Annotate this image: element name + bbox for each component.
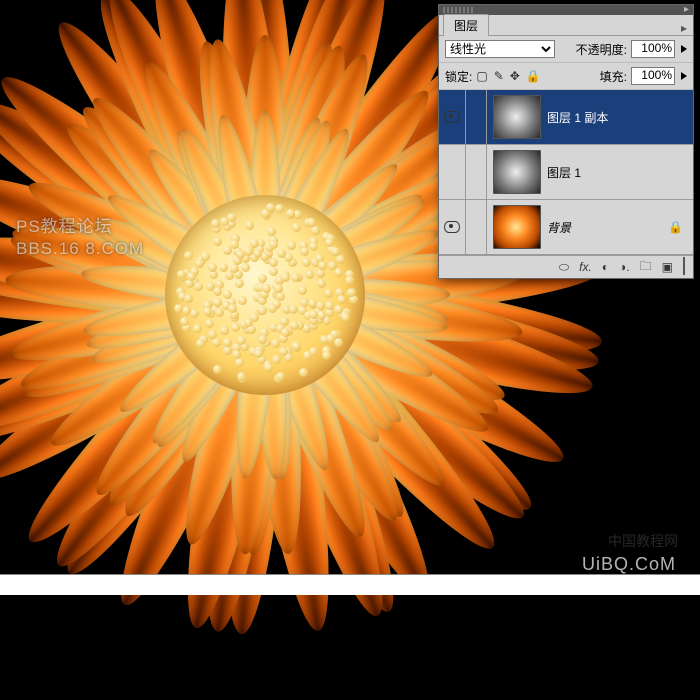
blend-opacity-row: 正常溶解变暗正片叠底线性光颜色明度 不透明度: 100% [439,36,693,63]
link-column[interactable] [466,145,487,199]
fill-label: 填充: [600,68,627,85]
panel-options-icon[interactable]: ▸ [675,21,693,35]
panel-tabbar: 图层 ▸ [439,15,693,36]
panel-status-bar: ⬭ fx. ◐ ◑. 🗀 ▣ [439,255,693,278]
visibility-toggle[interactable] [439,90,466,144]
layer-row[interactable]: 图层 1 [439,145,693,200]
lock-transparency-icon[interactable]: ▢ [476,69,487,83]
lock-fill-row: 锁定: ▢ ✎ ✥ 🔒 填充: 100% [439,63,693,90]
layer-thumbnail[interactable] [493,205,541,249]
flower-center [165,195,365,395]
lock-all-icon[interactable]: 🔒 [526,69,541,83]
visibility-toggle[interactable] [439,200,466,254]
eye-icon [444,221,460,233]
link-column[interactable] [466,90,487,144]
layer-row[interactable]: 背景🔒 [439,200,693,255]
layer-name[interactable]: 图层 1 [547,164,693,181]
layer-thumbnail[interactable] [493,95,541,139]
link-layers-icon[interactable]: ⬭ [559,260,569,275]
layer-thumbnail[interactable] [493,150,541,194]
fill-input[interactable]: 100% [631,67,675,85]
layer-row[interactable]: 图层 1 副本 [439,90,693,145]
opacity-label: 不透明度: [576,41,627,58]
watermark-forum-line1: PS教程论坛 [16,216,144,238]
panel-grip-icon [443,7,473,13]
layer-list: 图层 1 副本图层 1 背景🔒 [439,90,693,255]
eye-icon [444,111,460,123]
opacity-input[interactable]: 100% [631,40,675,58]
lock-label: 锁定: [445,68,472,85]
layer-name[interactable]: 背景 [547,219,668,236]
visibility-toggle[interactable] [439,145,466,199]
watermark-forum-line2: BBS.16 8.COM [16,238,144,260]
delete-layer-icon[interactable] [683,260,685,274]
layer-fx-icon[interactable]: fx. [579,260,592,274]
adjustment-layer-icon[interactable]: ◑. [619,260,630,274]
page-border [0,574,700,595]
lock-icon: 🔒 [668,220,683,234]
lock-icons: ▢ ✎ ✥ 🔒 [476,69,540,83]
lock-pixels-icon[interactable]: ✎ [494,69,504,83]
blend-mode-select[interactable]: 正常溶解变暗正片叠底线性光颜色明度 [445,40,555,58]
fill-slider-icon[interactable] [681,72,687,80]
layer-mask-icon[interactable]: ◐ [602,260,609,274]
watermark-forum: PS教程论坛 BBS.16 8.COM [16,216,144,260]
tab-layers[interactable]: 图层 [443,14,489,36]
lock-position-icon[interactable]: ✥ [510,69,520,83]
new-layer-icon[interactable]: ▣ [662,260,673,274]
watermark-faint: 中国教程网 [608,531,678,551]
watermark-site: UiBQ.CoM [582,554,676,575]
link-column[interactable] [466,200,487,254]
layer-name[interactable]: 图层 1 副本 [547,109,693,126]
opacity-slider-icon[interactable] [681,45,687,53]
layers-panel: ▸ 图层 ▸ 正常溶解变暗正片叠底线性光颜色明度 不透明度: 100% 锁定: … [438,4,694,279]
panel-menu-icon[interactable]: ▸ [684,4,689,15]
new-group-icon[interactable]: 🗀 [640,257,652,278]
